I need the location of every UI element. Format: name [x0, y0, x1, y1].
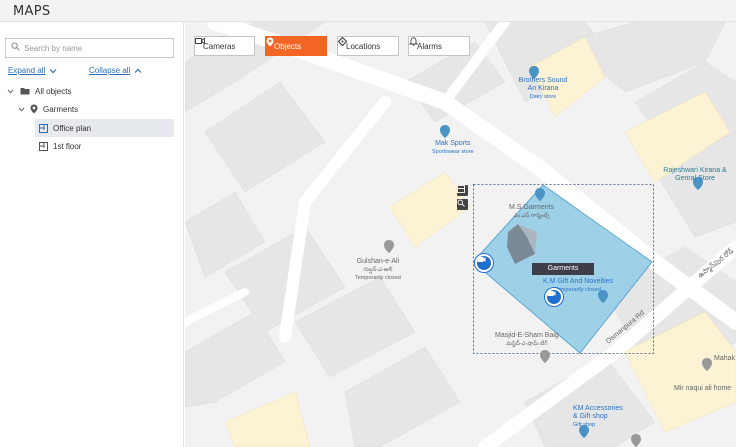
poi-rajeshwari[interactable]: Rajeshwari Kirana & Genral Store	[655, 167, 735, 183]
folder-icon	[20, 88, 30, 95]
chevron-down-icon[interactable]	[7, 89, 14, 94]
poi-sub: Gift shop	[573, 422, 596, 428]
camera-icon	[477, 257, 486, 262]
tab-label: Objects	[274, 41, 302, 51]
poi-masjid[interactable]: Masjid-E-Sham Baig మస్జిద్-ఎ-షామ్ బేగ్	[495, 332, 559, 348]
poi-name: Brothers Sound An Kirana	[518, 77, 568, 92]
tab-alarms[interactable]: Alarms	[408, 36, 470, 56]
tree-label: 1st floor	[53, 141, 82, 151]
floor-plan-icon	[457, 185, 465, 193]
tree-node-office-plan[interactable]: Office plan	[35, 119, 174, 137]
poi-status: Temporarily closed	[355, 275, 401, 281]
map-pin-icon	[266, 37, 274, 47]
poi-name: Mir naqui ali home	[674, 385, 732, 392]
expand-all-label: Expand all	[8, 66, 46, 75]
search-box[interactable]	[5, 38, 174, 58]
tab-label: Cameras	[203, 41, 236, 51]
poi-mak-sports[interactable]: Mak Sports Sportswear store	[432, 140, 474, 156]
app-title: MAPS	[13, 4, 51, 19]
tree-node-1st-floor[interactable]: 1st floor	[35, 137, 174, 155]
poi-name: Mahak	[714, 355, 736, 362]
tree-node-all-objects[interactable]: All objects	[7, 82, 177, 100]
poi-name: M.S.Garments	[509, 204, 555, 211]
poi-name: Gulshan-e-Ali	[356, 258, 400, 265]
poi-sub: గుల్షన్-ఎ-అలీ	[363, 267, 393, 273]
tab-locations[interactable]: Locations	[337, 36, 399, 56]
map-background	[185, 22, 736, 447]
collapse-all-label: Collapse all	[89, 66, 131, 75]
poi-mir-naqui[interactable]: Mir naqui ali home	[674, 385, 731, 393]
tree-label: Office plan	[53, 123, 92, 133]
floor-plan-button[interactable]	[457, 185, 468, 196]
map-view[interactable]: Cameras Objects Locations Alarms Brother…	[185, 22, 736, 447]
magnifier-icon	[457, 199, 465, 207]
tree-label: Garments	[43, 104, 79, 114]
poi-km-accessories[interactable]: KM Accessories & Gift shop Gift shop	[573, 405, 629, 429]
location-diamond-icon	[338, 37, 347, 46]
bell-icon	[409, 37, 418, 46]
collapse-all-link[interactable]: Collapse all	[89, 66, 142, 75]
chevron-down-icon	[49, 68, 57, 73]
poi-mahak[interactable]: Mahak	[714, 355, 735, 363]
tab-label: Locations	[346, 41, 381, 51]
tab-objects[interactable]: Objects	[265, 36, 327, 56]
poi-ms-garments[interactable]: M.S.Garments ఎం.ఎస్ గార్మెంట్స్	[509, 204, 554, 220]
object-label[interactable]: Garments	[532, 263, 594, 275]
tree-node-garments[interactable]: Garments	[18, 100, 177, 118]
sidebar: Expand all Collapse all All objects Garm…	[0, 22, 184, 447]
poi-name: Masjid-E-Sham Baig	[495, 332, 559, 339]
poi-name: Mak Sports	[435, 140, 471, 147]
tab-label: Alarms	[417, 41, 442, 51]
floor-plan-icon	[39, 141, 48, 151]
poi-sub: ఎం.ఎస్ గార్మెంట్స్	[513, 213, 550, 219]
poi-gulshan-e-ali[interactable]: Gulshan-e-Ali గుల్షన్-ఎ-అలీ Temporarily …	[355, 258, 401, 282]
search-icon	[11, 42, 20, 51]
poi-brothers-sound[interactable]: Brothers Sound An Kirana Dairy store	[515, 77, 571, 101]
tab-cameras[interactable]: Cameras	[194, 36, 255, 56]
camera-icon	[547, 291, 556, 296]
title-bar: MAPS	[0, 0, 736, 22]
poi-sub: Dairy store	[529, 94, 557, 100]
map-pin-icon	[30, 104, 38, 114]
poi-sub: మస్జిద్-ఎ-షామ్ బేగ్	[506, 341, 548, 347]
tree-label: All objects	[35, 86, 72, 96]
poi-name: Rajeshwari Kirana & Genral Store	[663, 167, 727, 182]
poi-name: KM Accessories & Gift shop	[573, 405, 623, 420]
expand-all-link[interactable]: Expand all	[8, 66, 57, 75]
chevron-down-icon[interactable]	[18, 107, 25, 112]
poi-sub: Sportswear store	[432, 149, 474, 155]
camera-marker[interactable]	[475, 254, 493, 272]
search-input[interactable]	[24, 41, 172, 56]
camera-marker[interactable]	[545, 288, 563, 306]
camera-icon	[195, 37, 205, 45]
poi-name: K.M Gift And Novelties	[543, 278, 614, 285]
chevron-up-icon	[134, 68, 142, 73]
zoom-to-object-button[interactable]	[457, 199, 468, 210]
floor-plan-icon	[39, 123, 48, 133]
